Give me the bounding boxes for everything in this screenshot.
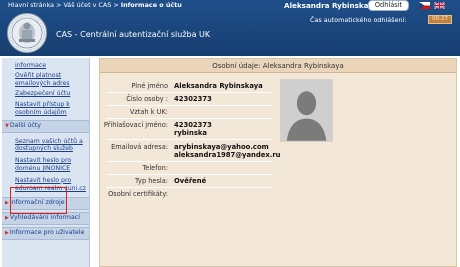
label-certificates: Osobní certifikáty:: [108, 190, 168, 198]
expand-arrow-icon: ▶: [5, 229, 9, 236]
user-name: Aleksandra Rybinskaya: [284, 1, 378, 10]
label-phone: Telefon:: [142, 164, 168, 172]
value-full-name: Aleksandra Rybinskaya: [174, 82, 263, 90]
timeout-value: 00:27: [428, 15, 452, 24]
row-divider: [106, 118, 272, 119]
label-password-type: Typ hesla:: [135, 177, 168, 185]
label-email: Emailová adresa:: [111, 143, 168, 151]
breadcrumb-account[interactable]: Váš účet v CAS: [63, 1, 111, 9]
breadcrumb-current: Informace o účtu: [120, 1, 182, 9]
sidebar-section-other-accounts[interactable]: ▼Další účty: [2, 119, 89, 133]
czech-flag-icon[interactable]: [419, 2, 430, 9]
sidebar-section-label: Vyhledávání informací: [9, 214, 81, 222]
sidebar-section-label: Informace pro uživatele: [9, 228, 85, 236]
logout-button[interactable]: Odhlásit: [368, 0, 409, 11]
personal-data-panel: Osobní údaje: Aleksandra Rybinskaya Plné…: [99, 58, 457, 267]
value-login-name: rybinska: [174, 129, 207, 137]
university-seal-logo: [7, 13, 47, 53]
highlight-box: [10, 187, 67, 214]
row-divider: [106, 139, 272, 140]
sidebar-section-information-search[interactable]: ▶Vyhledávání informací: [2, 212, 89, 225]
breadcrumb-home[interactable]: Hlavní stránka: [8, 1, 54, 9]
uk-flag-icon[interactable]: [434, 2, 445, 9]
header-bar: Hlavní stránka > Váš účet v CAS > Informace …: [0, 0, 460, 56]
label-relation-uk: Vztah k UK:: [129, 108, 168, 116]
sidebar-item-verify-emails[interactable]: Ověřit platnost emailových adres: [15, 72, 89, 88]
breadcrumb-separator: >: [56, 1, 62, 9]
breadcrumb: Hlavní stránka > Váš účet v CAS > Informace …: [8, 1, 182, 9]
expand-arrow-icon: ▶: [5, 200, 9, 207]
breadcrumb-separator: >: [113, 1, 119, 9]
row-divider: [106, 161, 272, 162]
sidebar-item-informace[interactable]: informace: [15, 62, 89, 70]
sidebar-item-personal-data-access[interactable]: Nastavit přístup k osobním údajům: [15, 101, 89, 117]
panel-title: Osobní údaje: Aleksandra Rybinskaya: [100, 59, 456, 73]
collapse-arrow-icon: ▼: [5, 122, 9, 129]
timeout-label: Čas automatického odhlášení:: [310, 16, 407, 24]
row-divider: [106, 105, 272, 106]
value-person-number: 42302373: [174, 95, 212, 103]
sidebar-item-account-security[interactable]: Zabezpečení účtu: [15, 90, 89, 98]
value-email-primary: arybinskaya@yahoo.com: [174, 143, 269, 151]
sidebar-other-accounts-group: Seznam vašich účtů a dostupných služeb N…: [2, 133, 89, 193]
value-login-number: 42302373: [174, 121, 212, 129]
row-divider: [106, 92, 272, 93]
sidebar-section-user-information[interactable]: ▶Informace pro uživatele: [2, 226, 89, 240]
value-password-type: Ověřené: [174, 177, 207, 185]
sidebar-top-group: informace Ověřit platnost emailových adr…: [2, 58, 89, 117]
label-login-name: Přihlašovací jméno:: [103, 121, 168, 129]
sidebar-section-label: Další účty: [9, 121, 41, 129]
row-divider: [106, 174, 272, 175]
app-title: CAS - Centrální autentizační služba UK: [56, 30, 211, 39]
row-divider: [106, 187, 272, 188]
label-person-number: Číslo osoby :: [126, 95, 168, 103]
value-email-secondary: aleksandra1987@yandex.ru: [174, 151, 281, 159]
expand-arrow-icon: ▶: [5, 215, 9, 222]
sidebar-item-account-list[interactable]: Seznam vašich účtů a dostupných služeb: [15, 138, 89, 154]
label-full-name: Plné jméno: [131, 82, 168, 90]
user-photo-placeholder: [280, 79, 333, 142]
sidebar: informace Ověřit platnost emailových adr…: [2, 58, 90, 267]
sidebar-item-jinonice-password[interactable]: Nastavit heslo pro doménu JINONICE: [15, 157, 89, 173]
